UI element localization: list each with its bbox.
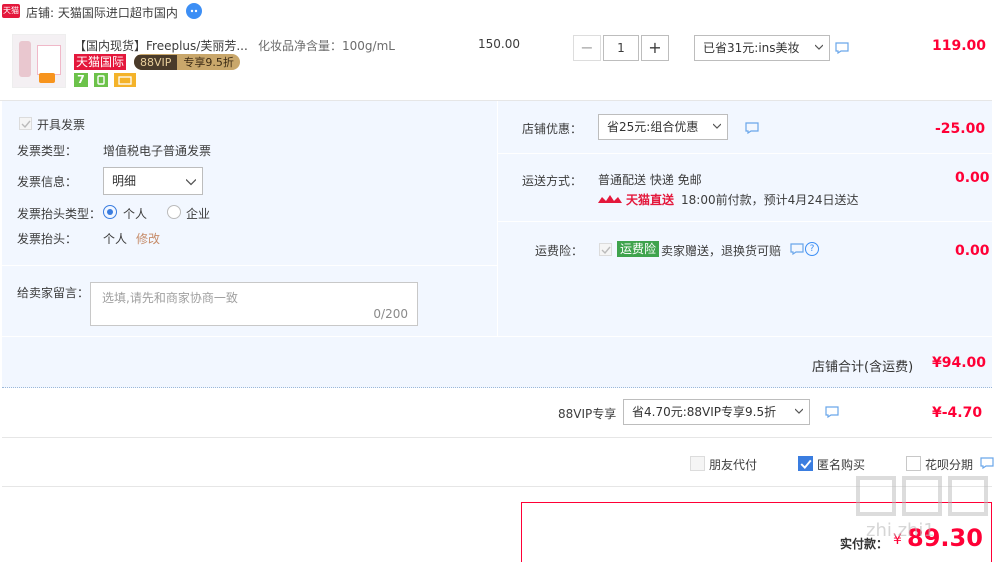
vip-row-label: 88VIP专享 <box>558 407 617 421</box>
qty-minus-button[interactable]: − <box>573 35 601 61</box>
huabei-checkbox[interactable] <box>906 456 921 471</box>
invoice-header-type-label: 发票抬头类型： <box>17 207 102 221</box>
panel-divider-left <box>2 265 497 266</box>
huabei-label: 花呗分期 <box>925 458 974 472</box>
tmall-direct-icon <box>598 193 622 205</box>
tag-tmall-global: 天猫国际 <box>74 54 127 70</box>
invoice-type-label: 发票类型： <box>17 144 78 158</box>
shipping-eta: 18:00前付款，预计4月24日送达 <box>681 193 859 207</box>
anonymous-checkbox[interactable] <box>798 456 813 471</box>
anonymous-label: 匿名购买 <box>817 458 866 472</box>
insurance-badge: 运费险 <box>617 241 660 257</box>
tag-vip-label: 88VIP <box>134 55 178 70</box>
vip-discount-amount: ¥-4.70 <box>932 405 983 421</box>
chevron-down-icon <box>815 44 823 50</box>
vip-discount-select[interactable]: 省4.70元:88VIP专享9.5折 <box>623 399 810 425</box>
qty-input[interactable]: 1 <box>603 35 639 61</box>
invoice-info-select[interactable]: 明细 <box>103 167 203 195</box>
chevron-down-icon <box>795 408 803 414</box>
store-discount-value: 省25元:组合优惠 <box>607 120 699 134</box>
message-icon[interactable] <box>825 406 839 418</box>
item-subtotal: 119.00 <box>932 38 987 54</box>
vip-discount-value: 省4.70元:88VIP专享9.5折 <box>632 405 777 419</box>
store-prefix: 店铺: <box>26 6 55 20</box>
invoice-checkbox-label: 开具发票 <box>37 118 86 132</box>
message-label: 给卖家留言： <box>17 286 90 300</box>
item-discount-select[interactable]: 已省31元:ins美妆 <box>694 35 830 61</box>
card-icon <box>114 73 136 87</box>
tag-vip: 88VIP 专享9.5折 <box>134 54 240 70</box>
message-icon[interactable] <box>745 122 759 134</box>
guarantee-icon <box>94 73 108 87</box>
invoice-header-value: 个人 <box>103 232 128 246</box>
seven-day-return-icon: 7 <box>74 73 88 87</box>
panel-divider-r2 <box>498 221 992 222</box>
panel-divider-bottom <box>2 336 992 337</box>
panel-divider-vertical <box>497 101 498 337</box>
radio-company[interactable] <box>167 205 181 219</box>
radio-personal[interactable] <box>103 205 117 219</box>
chat-bubble-icon[interactable] <box>186 3 202 19</box>
product-spec: 化妆品净含量：100g/mL <box>258 39 395 53</box>
message-icon[interactable] <box>790 243 804 255</box>
store-discount-select[interactable]: 省25元:组合优惠 <box>598 114 728 140</box>
message-icon[interactable] <box>980 457 994 469</box>
message-textarea[interactable]: 选填,请先和商家协商一致 0/200 <box>90 282 418 326</box>
message-icon[interactable] <box>835 42 849 54</box>
store-discount-amount: -25.00 <box>935 121 986 137</box>
radio-personal-label: 个人 <box>123 207 148 221</box>
shipping-label: 运送方式： <box>522 174 583 188</box>
store-total-amount: ¥94.00 <box>932 355 987 371</box>
message-placeholder: 选填,请先和商家协商一致 <box>102 291 238 305</box>
chevron-down-icon <box>713 123 721 129</box>
watermark-logo <box>856 474 992 521</box>
insurance-amount: 0.00 <box>955 243 990 259</box>
help-question-icon[interactable]: ? <box>805 242 819 256</box>
invoice-info-label: 发票信息： <box>17 175 78 189</box>
panel-divider-r1 <box>498 153 992 154</box>
item-discount-value: 已省31元:ins美妆 <box>703 41 800 55</box>
product-title[interactable]: 【国内现货】Freeplus/芙丽芳... <box>74 37 248 54</box>
insurance-checkbox <box>599 243 612 256</box>
chevron-down-icon <box>186 179 196 186</box>
product-image[interactable] <box>12 34 66 88</box>
store-label: 店铺: 天猫国际进口超市国内 <box>26 4 178 21</box>
insurance-desc: 卖家赠送，退换货可赔 <box>661 244 782 258</box>
tmall-direct-label: 天猫直送 <box>626 193 675 207</box>
message-counter: 0/200 <box>373 307 408 321</box>
invoice-type-value: 增值税电子普通发票 <box>103 144 212 158</box>
qty-plus-button[interactable]: + <box>641 35 669 61</box>
invoice-info-value: 明细 <box>112 174 137 188</box>
store-discount-label: 店铺优惠： <box>522 122 583 136</box>
radio-company-label: 企业 <box>186 207 211 221</box>
vip-row-divider <box>2 437 992 438</box>
friend-pay-label: 朋友代付 <box>709 458 758 472</box>
invoice-checkbox[interactable] <box>19 117 32 130</box>
store-total-label: 店铺合计(含运费) <box>812 360 914 375</box>
tmall-badge: 天猫 <box>2 4 20 18</box>
store-name[interactable]: 天猫国际进口超市国内 <box>58 6 178 20</box>
insurance-label: 运费险： <box>535 244 584 258</box>
options-divider <box>2 486 992 487</box>
tag-vip-discount: 专享9.5折 <box>183 56 234 69</box>
shipping-method: 普通配送 快递 免邮 <box>598 173 702 187</box>
shipping-amount: 0.00 <box>955 170 990 186</box>
invoice-edit-link[interactable]: 修改 <box>136 230 160 247</box>
invoice-header-label: 发票抬头： <box>17 232 78 246</box>
watermark-text: zhi.zhi1 <box>866 520 935 541</box>
unit-price: 150.00 <box>478 37 520 51</box>
friend-pay-checkbox[interactable] <box>690 456 705 471</box>
